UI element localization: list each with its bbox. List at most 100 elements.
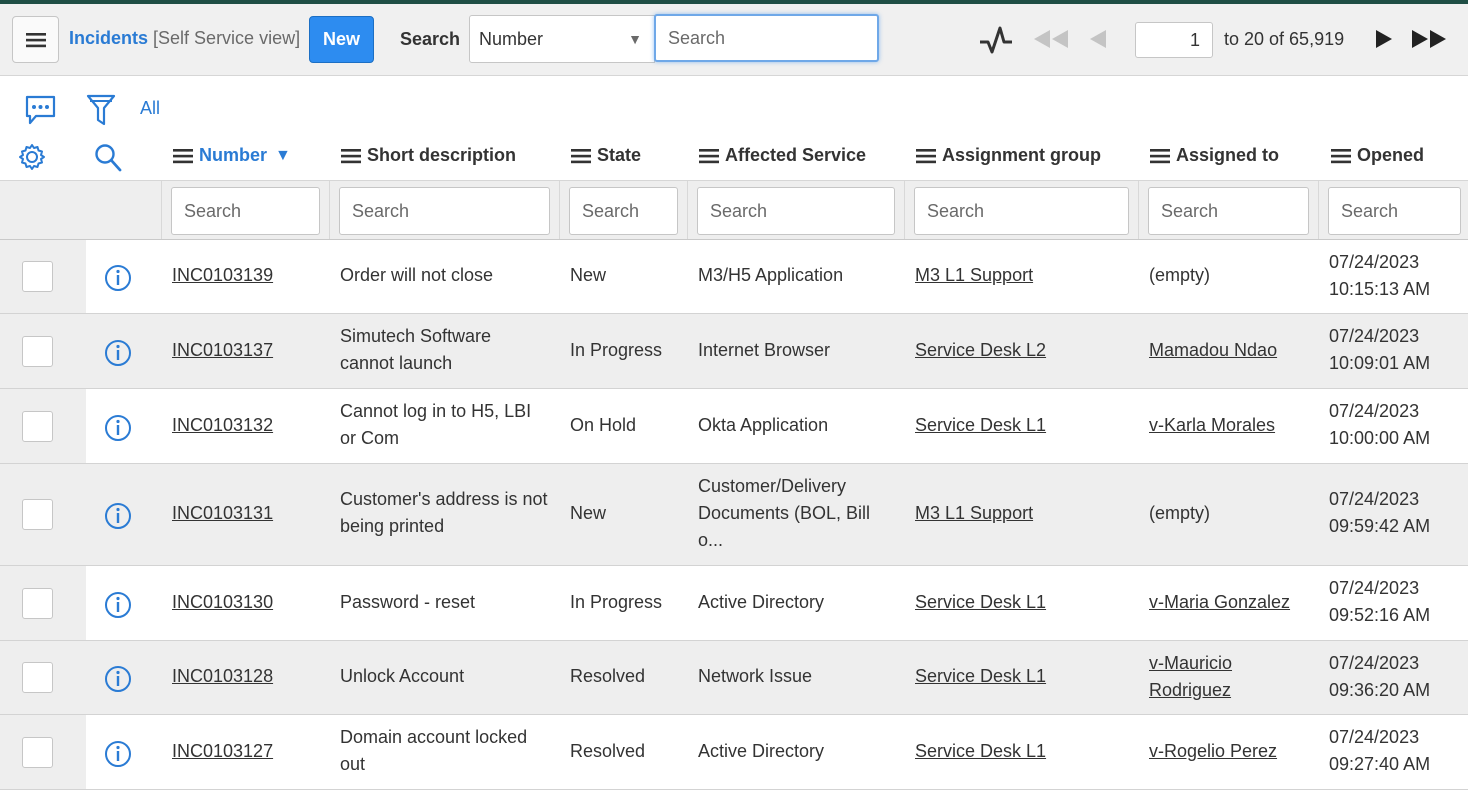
info-icon[interactable] <box>104 339 132 367</box>
short-description: Simutech Software cannot launch <box>340 326 492 373</box>
assignment-group-link[interactable]: Service Desk L1 <box>915 663 1046 690</box>
state-value: New <box>570 503 607 523</box>
column-label: Opened <box>1357 145 1425 165</box>
affected-service: Okta Application <box>698 415 829 435</box>
filter-funnel-icon[interactable] <box>86 93 116 127</box>
affected-service: Customer/Delivery Documents (BOL, Bill o..… <box>698 476 871 550</box>
column-label: Assigned to <box>1176 145 1280 165</box>
opened-datetime: 07/24/2023 09:27:40 AM <box>1329 727 1431 774</box>
context-menu-button[interactable] <box>12 16 59 63</box>
column-header-assignment-group[interactable]: Assignment group <box>916 145 1101 166</box>
assignment-group-link[interactable]: M3 L1 Support <box>915 500 1033 527</box>
search-field-select[interactable]: Number ▼ <box>469 15 655 63</box>
sort-descending-icon: ▼ <box>275 146 291 164</box>
chat-bubble-icon[interactable] <box>24 94 57 126</box>
column-header-assigned-to[interactable]: Assigned to <box>1150 145 1279 166</box>
filter-opened-input[interactable] <box>1328 187 1461 235</box>
row-checkbox[interactable] <box>22 588 53 619</box>
next-page-icon[interactable] <box>1374 28 1394 50</box>
row-checkbox[interactable] <box>22 336 53 367</box>
info-icon[interactable] <box>104 740 132 768</box>
affected-service: M3/H5 Application <box>698 265 844 285</box>
list-title[interactable]: Incidents <box>69 28 148 48</box>
column-menu-icon[interactable] <box>1150 148 1170 164</box>
info-icon[interactable] <box>104 665 132 693</box>
assignment-group-link[interactable]: Service Desk L1 <box>915 412 1046 439</box>
table-row[interactable]: INC0103139 Order will not close New M3/H… <box>0 240 1468 314</box>
page-number-input[interactable] <box>1135 22 1213 58</box>
first-page-icon[interactable] <box>1032 28 1070 50</box>
opened-datetime: 07/24/2023 10:09:01 AM <box>1329 326 1431 373</box>
incident-number-link[interactable]: INC0103139 <box>172 262 273 289</box>
assignment-group-link[interactable]: Service Desk L1 <box>915 589 1046 616</box>
column-label: Assignment group <box>942 145 1102 165</box>
row-checkbox[interactable] <box>22 737 53 768</box>
assigned-to-link[interactable]: Mamadou Ndao <box>1149 337 1277 364</box>
new-button[interactable]: New <box>309 16 374 63</box>
filter-affected-service-input[interactable] <box>697 187 895 235</box>
opened-datetime: 07/24/2023 09:59:42 AM <box>1329 489 1431 536</box>
table-row[interactable]: INC0103131 Customer's address is not bein… <box>0 464 1468 566</box>
last-page-icon[interactable] <box>1410 28 1450 50</box>
assigned-to-link[interactable]: v-Mauricio Rodriguez <box>1149 650 1232 704</box>
row-checkbox[interactable] <box>22 662 53 693</box>
column-header-state[interactable]: State <box>571 145 641 166</box>
column-header-opened[interactable]: Opened <box>1331 145 1424 166</box>
table-row[interactable]: INC0103130 Password - reset In Progress … <box>0 566 1468 641</box>
info-icon[interactable] <box>104 264 132 292</box>
row-checkbox[interactable] <box>22 411 53 442</box>
column-menu-icon[interactable] <box>1331 148 1351 164</box>
affected-service: Internet Browser <box>698 340 831 360</box>
search-icon[interactable] <box>94 143 122 173</box>
affected-service: Active Directory <box>698 592 825 612</box>
filter-number-input[interactable] <box>171 187 320 235</box>
activity-pulse-icon[interactable] <box>978 24 1014 56</box>
column-divider <box>559 181 560 239</box>
previous-page-icon[interactable] <box>1088 28 1108 50</box>
assigned-to-value: (empty) <box>1149 265 1211 285</box>
column-divider <box>904 181 905 239</box>
list-header: Incidents [Self Service view] New Search… <box>0 4 1468 76</box>
incident-number-link[interactable]: INC0103137 <box>172 337 273 364</box>
column-menu-icon[interactable] <box>571 148 591 164</box>
table-row[interactable]: INC0103128 Unlock Account Resolved Netwo… <box>0 641 1468 715</box>
info-icon[interactable] <box>104 591 132 619</box>
gear-icon[interactable] <box>18 143 46 171</box>
list-search-input[interactable] <box>654 14 879 62</box>
column-menu-icon[interactable] <box>916 148 936 164</box>
info-icon[interactable] <box>104 414 132 442</box>
breadcrumb-all[interactable]: All <box>140 98 160 119</box>
table-row[interactable]: INC0103132 Cannot log in to H5, LBI or Co… <box>0 389 1468 464</box>
state-value: In Progress <box>570 592 663 612</box>
column-header-short-description[interactable]: Short description <box>341 145 516 166</box>
assignment-group-link[interactable]: Service Desk L1 <box>915 738 1046 765</box>
column-menu-icon[interactable] <box>699 148 719 164</box>
affected-service: Network Issue <box>698 666 813 686</box>
incident-number-link[interactable]: INC0103127 <box>172 738 273 765</box>
filter-short-description-input[interactable] <box>339 187 550 235</box>
incident-number-link[interactable]: INC0103131 <box>172 500 273 527</box>
assignment-group-link[interactable]: Service Desk L2 <box>915 337 1046 364</box>
column-header-affected-service[interactable]: Affected Service <box>699 145 866 166</box>
filter-assigned-to-input[interactable] <box>1148 187 1309 235</box>
incident-number-link[interactable]: INC0103128 <box>172 663 273 690</box>
filter-state-input[interactable] <box>569 187 678 235</box>
table-row[interactable]: INC0103137 Simutech Software cannot launc… <box>0 314 1468 389</box>
search-label: Search <box>400 29 461 49</box>
assignment-group-link[interactable]: M3 L1 Support <box>915 262 1033 289</box>
column-header-number[interactable]: Number ▼ <box>173 145 291 166</box>
assigned-to-link[interactable]: v-Rogelio Perez <box>1149 738 1277 765</box>
incident-number-link[interactable]: INC0103132 <box>172 412 273 439</box>
column-menu-icon[interactable] <box>341 148 361 164</box>
column-menu-icon[interactable] <box>173 148 193 164</box>
assigned-to-link[interactable]: v-Maria Gonzalez <box>1149 589 1290 616</box>
info-icon[interactable] <box>104 502 132 530</box>
table-row[interactable]: INC0103127 Domain account locked out Reso… <box>0 715 1468 790</box>
assigned-to-link[interactable]: v-Karla Morales <box>1149 412 1275 439</box>
filter-assignment-group-input[interactable] <box>914 187 1129 235</box>
incident-number-link[interactable]: INC0103130 <box>172 589 273 616</box>
row-checkbox[interactable] <box>22 499 53 530</box>
row-checkbox[interactable] <box>22 261 53 292</box>
column-label: Number <box>199 145 268 165</box>
column-divider <box>329 181 330 239</box>
